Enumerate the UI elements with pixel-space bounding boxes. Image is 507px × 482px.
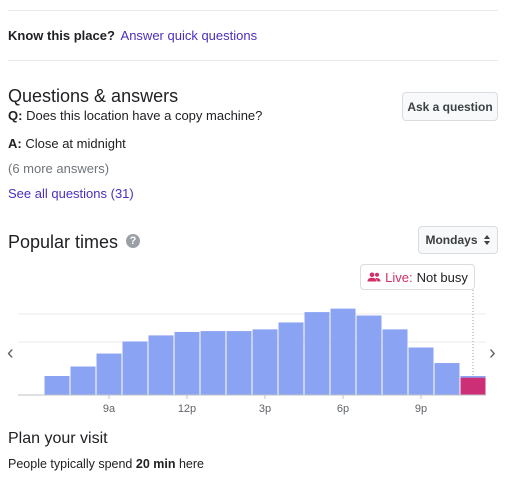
bar [226,331,252,395]
bar [408,347,434,395]
x-tick-label: 3p [259,403,271,415]
bar [122,341,148,395]
answer-line: A: Close at midnight [8,136,126,151]
plan-text: People typically spend 20 min here [8,457,204,471]
section-divider [8,60,498,61]
x-tick-label: 9p [415,403,427,415]
bar [174,331,200,395]
live-label: Live: [385,269,413,285]
x-tick-label: 6p [337,403,349,415]
help-icon[interactable]: ? [126,234,140,248]
x-tick-label: 12p [178,403,196,415]
bar [96,353,122,395]
answer-questions-link[interactable]: Answer quick questions [121,28,258,43]
people-icon [367,272,381,282]
more-answers: (6 more answers) [8,161,110,176]
bar [278,322,304,395]
plan-duration: 20 min [135,457,176,471]
plan-title: Plan your visit [8,430,108,447]
bar [330,308,356,395]
bar [434,363,460,395]
bar [70,366,96,395]
see-all-questions-link[interactable]: See all questions (31) [8,186,134,201]
sort-arrows-icon [483,235,490,245]
popular-times-title: Popular times [8,232,119,252]
plan-suffix: here [178,457,204,471]
bar [148,335,174,395]
answer-text: Close at midnight [25,136,126,151]
bar [356,315,382,395]
question-line: Q: Does this location have a copy machin… [8,108,262,123]
live-bar [460,377,486,395]
bar [304,312,330,395]
bar [252,329,278,395]
day-select-label: Mondays [425,233,478,247]
live-status-box: Live: Not busy [360,264,475,290]
top-divider [8,10,498,11]
bar [44,376,70,395]
ask-question-button[interactable]: Ask a question [402,92,498,121]
question-text: Does this location have a copy machine? [26,108,263,123]
bar [382,329,408,395]
plan-prefix: People typically spend [8,457,133,471]
answer-prefix: A: [8,136,22,151]
know-this-place: Know this place? Answer quick questions [8,28,257,43]
know-prompt: Know this place? [8,28,115,43]
popular-times-chart: 9a 12p 3p 6p 9p [18,290,486,415]
qa-title: Questions & answers [8,86,179,106]
day-select[interactable]: Mondays [418,226,498,254]
question-prefix: Q: [8,108,23,123]
bar [200,331,226,395]
x-tick-label: 9a [103,403,116,415]
live-status: Not busy [416,269,468,285]
